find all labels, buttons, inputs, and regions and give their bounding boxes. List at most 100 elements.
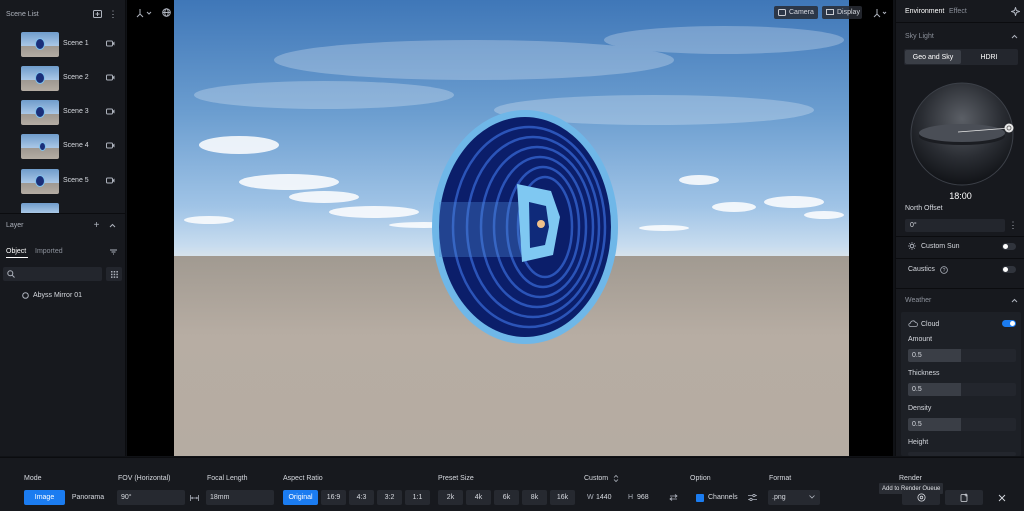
camera-icon[interactable] (106, 108, 115, 115)
divider (0, 213, 126, 214)
channels-label: Channels (708, 494, 738, 501)
scene-thumbnail (21, 100, 59, 125)
aspect-4-3-button[interactable]: 4:3 (349, 490, 374, 505)
time-display: 18:00 (949, 191, 972, 201)
amount-value: 0.5 (912, 352, 922, 359)
format-select[interactable]: .png (768, 490, 820, 505)
object-item[interactable]: Abyss Mirror 01 (33, 292, 82, 299)
mode-panorama-button[interactable]: Panorama (67, 490, 109, 505)
sun-dial[interactable] (908, 80, 1016, 188)
transform-icon[interactable] (135, 7, 153, 19)
render-button[interactable] (902, 490, 940, 505)
gizmo-icon[interactable] (872, 7, 888, 19)
scene-item[interactable]: Scene 1 (0, 32, 126, 62)
aspect-3-2-button[interactable]: 3:2 (377, 490, 402, 505)
fov-label: FOV (Horizontal) (118, 475, 171, 482)
scene-label: Scene 3 (63, 108, 89, 115)
fov-width-icon[interactable] (189, 494, 199, 502)
height-slider[interactable] (908, 452, 1016, 456)
sky-mode-geo-and-sky[interactable]: Geo and Sky (905, 50, 961, 64)
scene-item[interactable]: Scene 5 (0, 169, 126, 199)
camera-icon[interactable] (106, 142, 115, 149)
sort-arrows-icon[interactable] (613, 474, 619, 483)
camera-icon[interactable] (106, 74, 115, 81)
preset-6k-button[interactable]: 6k (494, 490, 519, 505)
filter-icon[interactable] (109, 247, 118, 256)
focal-length-input[interactable]: 18mm (206, 490, 274, 505)
north-offset-field[interactable]: 0° (905, 219, 1005, 232)
thickness-slider[interactable]: 0.5 (908, 383, 1016, 396)
aspect-original-button[interactable]: Original (283, 490, 318, 505)
display-button[interactable]: Display (822, 6, 862, 19)
custom-sun-label: Custom Sun (921, 243, 960, 250)
divider (896, 22, 1024, 23)
cloud-toggle[interactable] (1002, 320, 1016, 327)
render-icon (917, 493, 925, 502)
viewport[interactable]: Camera Display (127, 0, 893, 456)
density-value: 0.5 (912, 421, 922, 428)
amount-slider[interactable]: 0.5 (908, 349, 1016, 362)
preset-16k-button[interactable]: 16k (550, 490, 575, 505)
caustics-toggle[interactable] (1002, 266, 1016, 273)
left-panel: Scene List ⋮ Scene 1 Scene 2 Scene 3 Sce… (0, 0, 126, 456)
render-label: Render (899, 475, 922, 482)
format-label: Format (769, 475, 792, 482)
camera-button[interactable]: Camera (774, 6, 818, 19)
camera-view-icon (778, 9, 786, 16)
help-icon[interactable]: ? (940, 266, 948, 274)
density-label: Density (908, 405, 932, 412)
preset-4k-button[interactable]: 4k (466, 490, 491, 505)
custom-sun-toggle[interactable] (1002, 243, 1016, 250)
tab-object[interactable]: Object (6, 248, 26, 255)
mode-image-button[interactable]: Image (24, 490, 65, 505)
settings-sliders-icon[interactable] (748, 494, 757, 501)
camera-label: Camera (789, 9, 814, 16)
close-button[interactable] (987, 490, 1017, 505)
preset-2k-button[interactable]: 2k (438, 490, 463, 505)
scene-item[interactable]: Scene 3 (0, 100, 126, 130)
scene-list-title: Scene List (6, 11, 39, 18)
channels-checkbox[interactable] (696, 494, 704, 502)
render-scene[interactable] (174, 0, 849, 456)
fov-input[interactable]: 90° (117, 490, 185, 505)
aspect-16-9-button[interactable]: 16:9 (321, 490, 346, 505)
grid-view-icon[interactable] (106, 267, 122, 281)
camera-icon[interactable] (106, 177, 115, 184)
aspect-1-1-button[interactable]: 1:1 (405, 490, 430, 505)
custom-label: Custom (584, 475, 609, 482)
search-icon (7, 270, 15, 278)
swap-icon[interactable] (669, 494, 678, 501)
add-layer-icon[interactable]: + (92, 220, 101, 231)
search-input[interactable] (3, 267, 102, 281)
density-slider[interactable]: 0.5 (908, 418, 1016, 431)
abyss-mirror-object[interactable] (429, 107, 621, 347)
scene-label: Scene 4 (63, 142, 89, 149)
scene-item[interactable]: Scene 4 (0, 134, 126, 164)
collapse-icon[interactable] (108, 221, 117, 230)
height-input[interactable]: 968 (637, 494, 649, 501)
preset-8k-button[interactable]: 8k (522, 490, 547, 505)
scene-thumbnail (21, 134, 59, 159)
object-icon (22, 292, 29, 299)
more-options-icon[interactable]: ⋮ (109, 9, 118, 19)
globe-icon[interactable] (161, 7, 171, 17)
caustics-label: Caustics (908, 266, 935, 273)
sparkle-icon[interactable] (1010, 6, 1020, 16)
camera-icon[interactable] (106, 40, 115, 47)
sky-mode-hdri[interactable]: HDRI (961, 50, 1017, 64)
more-options-icon[interactable]: ⋮ (1009, 219, 1018, 232)
width-input[interactable]: 1440 (596, 494, 612, 501)
close-icon (998, 494, 1006, 501)
collapse-icon[interactable] (1010, 32, 1019, 41)
tab-imported[interactable]: Imported (35, 248, 63, 255)
tab-effect[interactable]: Effect (949, 8, 967, 15)
tab-environment[interactable]: Environment (905, 8, 944, 15)
scene-item[interactable]: Scene 2 (0, 66, 126, 96)
height-label: Height (908, 439, 929, 446)
collapse-icon[interactable] (1010, 296, 1019, 305)
mode-label: Mode (24, 475, 42, 482)
add-to-queue-button[interactable] (945, 490, 983, 505)
add-scene-icon[interactable] (92, 9, 102, 19)
scene-thumbnail (21, 66, 59, 91)
svg-text:?: ? (943, 268, 946, 274)
